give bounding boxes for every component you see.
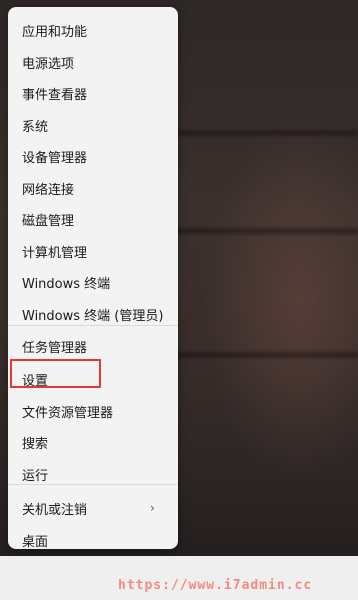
settings-highlight-box	[10, 359, 101, 388]
menu-item-apps-features[interactable]: 应用和功能	[8, 15, 178, 46]
menu-item-power-options[interactable]: 电源选项	[8, 47, 178, 78]
menu-item-disk-management[interactable]: 磁盘管理	[8, 204, 178, 235]
menu-item-label: 运行	[22, 469, 49, 484]
menu-item-label: 系统	[22, 120, 49, 135]
menu-item-label: Windows 终端 (管理员)	[22, 309, 164, 324]
menu-item-desktop[interactable]: 桌面	[8, 525, 178, 556]
menu-item-label: 文件资源管理器	[22, 406, 114, 421]
menu-item-label: 搜索	[22, 437, 49, 452]
menu-item-task-manager[interactable]: 任务管理器	[8, 331, 178, 362]
menu-item-system[interactable]: 系统	[8, 110, 178, 141]
quick-link-menu: 应用和功能 电源选项 事件查看器 系统 设备管理器 网络连接 磁盘管理 计算机管…	[8, 7, 178, 550]
menu-item-shutdown-signout[interactable]: 关机或注销 ›	[8, 493, 178, 524]
menu-separator	[8, 484, 178, 485]
watermark-text: https://www.i7admin.cc	[118, 578, 313, 593]
menu-item-run[interactable]: 运行	[8, 459, 178, 490]
menu-item-label: 任务管理器	[22, 341, 88, 356]
menu-separator	[8, 325, 178, 326]
menu-item-search[interactable]: 搜索	[8, 427, 178, 458]
wallpaper-streak	[170, 352, 358, 358]
menu-item-event-viewer[interactable]: 事件查看器	[8, 78, 178, 109]
menu-item-label: 电源选项	[22, 57, 75, 72]
menu-item-label: 磁盘管理	[22, 214, 75, 229]
menu-item-label: 事件查看器	[22, 88, 88, 103]
wallpaper-streak	[170, 130, 358, 136]
menu-item-file-explorer[interactable]: 文件资源管理器	[8, 396, 178, 427]
menu-item-label: 设备管理器	[22, 151, 88, 166]
menu-item-label: 计算机管理	[22, 246, 88, 261]
menu-item-network-connections[interactable]: 网络连接	[8, 173, 178, 204]
menu-item-computer-management[interactable]: 计算机管理	[8, 236, 178, 267]
menu-item-label: Windows 终端	[22, 277, 111, 292]
menu-item-label: 网络连接	[22, 183, 75, 198]
menu-item-label: 应用和功能	[22, 25, 88, 40]
menu-item-label: 桌面	[22, 535, 49, 550]
menu-item-device-manager[interactable]: 设备管理器	[8, 141, 178, 172]
chevron-right-icon: ›	[150, 501, 155, 515]
menu-item-windows-terminal[interactable]: Windows 终端	[8, 267, 178, 298]
wallpaper-streak	[170, 228, 358, 234]
menu-item-label: 关机或注销	[22, 503, 88, 518]
